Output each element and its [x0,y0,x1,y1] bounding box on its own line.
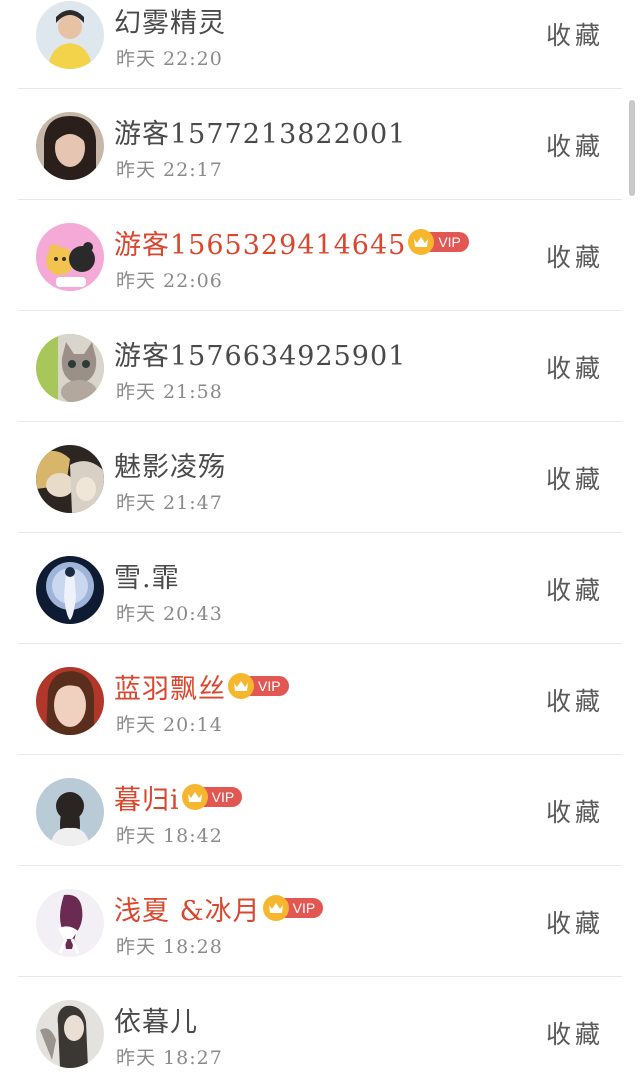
timestamp: 昨天 21:47 [116,492,223,514]
timestamp: 昨天 18:27 [116,1047,223,1069]
avatar-ink-figure-icon [36,1000,104,1068]
avatar[interactable] [36,556,104,624]
crown-icon [181,784,208,810]
favorite-button[interactable]: 收藏 [546,127,604,163]
user-name-line: 依暮儿 [114,1002,198,1038]
avatar-cartoon-bears-icon [36,223,104,291]
avatar-anime-dark-icon [36,445,104,513]
timestamp: 昨天 18:28 [116,936,223,958]
avatar[interactable] [36,334,104,402]
list-item[interactable]: 依暮儿 昨天 18:27 收藏 [18,977,622,1087]
user-name: 幻雾精灵 [114,7,226,39]
vip-badge: VIP [181,784,243,810]
user-name: 雪.霏 [114,562,180,594]
user-name-line: 游客1577213822001 [114,114,407,150]
user-name: 游客1577213822001 [114,118,407,150]
user-name-line: 游客1565329414645 VIP [114,225,469,261]
avatar[interactable] [36,1000,104,1068]
user-name-line: 游客1576634925901 [114,336,407,372]
avatar[interactable] [36,1,104,69]
user-name: 游客1576634925901 [114,340,407,372]
vip-badge: VIP [262,895,324,921]
user-name: 游客1565329414645 [114,229,407,261]
list-item[interactable]: 游客1576634925901 昨天 21:58 收藏 [18,311,622,422]
user-name: 魅影凌殇 [114,451,226,483]
user-name-line: 雪.霏 [114,558,180,594]
list-item[interactable]: 暮归i VIP 昨天 18:42 收藏 [18,755,622,866]
favorite-button[interactable]: 收藏 [546,349,604,385]
scrollbar[interactable] [629,100,635,196]
avatar[interactable] [36,889,104,957]
favorite-button[interactable]: 收藏 [546,682,604,718]
user-name-line: 幻雾精灵 [114,3,226,39]
list-item[interactable]: 游客1565329414645 VIP 昨天 22:06 收藏 [18,200,622,311]
avatar[interactable] [36,445,104,513]
user-name: 蓝羽飘丝 [114,673,226,705]
avatar[interactable] [36,667,104,735]
favorites-user-list: 幻雾精灵 昨天 22:20 收藏 游客1577213822001 昨天 22:1… [0,0,640,1087]
timestamp: 昨天 20:43 [116,603,223,625]
list-item[interactable]: 蓝羽飘丝 VIP 昨天 20:14 收藏 [18,644,622,755]
user-name-line: 暮归i VIP [114,780,243,816]
favorite-button[interactable]: 收藏 [546,460,604,496]
favorite-button[interactable]: 收藏 [546,238,604,274]
user-name-line: 蓝羽飘丝 VIP [114,669,289,705]
vip-badge: VIP [408,229,469,255]
avatar-kitten-icon [36,334,104,402]
timestamp: 昨天 20:14 [116,714,223,736]
user-name-line: 魅影凌殇 [114,447,226,483]
user-name: 暮归i [114,784,180,816]
timestamp: 昨天 22:06 [116,270,223,292]
avatar[interactable] [36,778,104,846]
favorite-button[interactable]: 收藏 [546,793,604,829]
user-name-line: 浅夏 &冰月 VIP [114,891,324,927]
list-item[interactable]: 魅影凌殇 昨天 21:47 收藏 [18,422,622,533]
user-name: 依暮儿 [114,1006,198,1038]
avatar[interactable] [36,223,104,291]
favorite-button[interactable]: 收藏 [546,571,604,607]
avatar-girl-yellow-icon [36,1,104,69]
favorite-button[interactable]: 收藏 [546,1015,604,1051]
favorite-button[interactable]: 收藏 [546,904,604,940]
timestamp: 昨天 22:20 [116,48,223,70]
list-item[interactable]: 浅夏 &冰月 VIP 昨天 18:28 收藏 [18,866,622,977]
timestamp: 昨天 21:58 [116,381,223,403]
avatar-braid-hair-icon [36,889,104,957]
avatar-girl-portrait-icon [36,112,104,180]
vip-badge: VIP [228,673,289,699]
crown-icon [228,673,254,699]
favorite-button[interactable]: 收藏 [546,16,604,52]
timestamp: 昨天 18:42 [116,825,223,847]
timestamp: 昨天 22:17 [116,159,223,181]
user-name: 浅夏 &冰月 [114,895,261,927]
avatar-moon-figure-icon [36,556,104,624]
list-item[interactable]: 游客1577213822001 昨天 22:17 收藏 [18,89,622,200]
crown-icon [262,895,289,921]
avatar-woman-face-icon [36,667,104,735]
list-item[interactable]: 雪.霏 昨天 20:43 收藏 [18,533,622,644]
list-item[interactable]: 幻雾精灵 昨天 22:20 收藏 [18,0,622,89]
avatar-girl-back-icon [36,778,104,846]
avatar[interactable] [36,112,104,180]
